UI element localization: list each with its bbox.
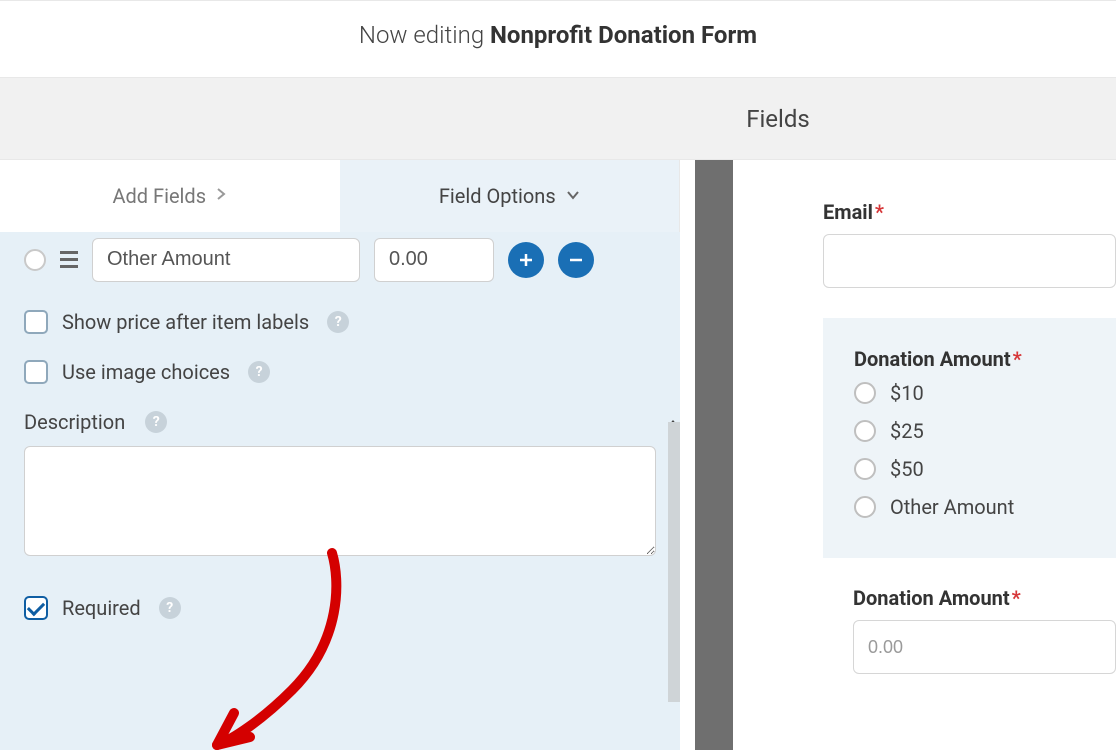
field-options-panel: Show price after item labels ? Use image… (0, 232, 680, 750)
preview-option-label: $50 (890, 457, 924, 481)
preview-option[interactable]: $25 (854, 419, 1115, 443)
preview-email-field[interactable] (823, 234, 1116, 288)
choice-row (24, 232, 656, 282)
sidebar-tabs: Add Fields Field Options (0, 160, 680, 232)
help-icon[interactable]: ? (327, 311, 349, 333)
preview-option-label: $10 (890, 381, 924, 405)
drag-handle-icon[interactable] (60, 251, 78, 268)
add-choice-button[interactable] (508, 242, 544, 278)
help-icon[interactable]: ? (145, 411, 167, 433)
preview-donation-amount-block[interactable]: Donation Amount* $10 $25 $50 Other Amoun… (823, 318, 1116, 558)
choice-label-input[interactable] (92, 238, 360, 282)
radio-icon[interactable] (854, 420, 876, 442)
preview-option[interactable]: $10 (854, 381, 1115, 405)
tab-add-fields[interactable]: Add Fields (0, 160, 340, 232)
required-asterisk-icon: * (875, 200, 884, 224)
choice-radio[interactable] (24, 249, 46, 271)
required-label: Required (62, 596, 141, 620)
show-price-label: Show price after item labels (62, 310, 309, 334)
help-icon[interactable]: ? (248, 361, 270, 383)
image-choices-checkbox[interactable] (24, 360, 48, 384)
remove-choice-button[interactable] (558, 242, 594, 278)
radio-icon[interactable] (854, 458, 876, 480)
radio-icon[interactable] (854, 382, 876, 404)
chevron-right-icon (216, 186, 227, 205)
annotation-arrow-icon (192, 545, 362, 750)
form-preview-col: Email* Donation Amount* $10 $25 $50 (695, 160, 1116, 750)
chevron-down-icon (566, 186, 580, 205)
choice-price-input[interactable] (374, 238, 494, 282)
option-image-choices: Use image choices ? (24, 360, 656, 384)
image-choices-label: Use image choices (62, 360, 230, 384)
option-show-price: Show price after item labels ? (24, 310, 656, 334)
required-checkbox[interactable] (24, 596, 48, 620)
panel-divider-icon[interactable] (695, 160, 733, 750)
scrollbar-thumb[interactable] (668, 422, 680, 702)
form-name: Nonprofit Donation Form (490, 21, 757, 49)
preview-donation-amount-2: Donation Amount* (823, 586, 1116, 704)
description-section-label: Description ? (24, 410, 656, 434)
description-textarea[interactable] (24, 446, 656, 556)
preview-donation-label-2: Donation Amount* (853, 586, 1116, 610)
tab-field-options[interactable]: Field Options (340, 160, 680, 232)
preview-option-label: $25 (890, 419, 924, 443)
preview-email-label: Email* (823, 200, 1116, 224)
help-icon[interactable]: ? (159, 597, 181, 619)
show-price-checkbox[interactable] (24, 310, 48, 334)
tab-field-options-label: Field Options (439, 184, 556, 208)
radio-icon[interactable] (854, 496, 876, 518)
header-editing-title: Now editing Nonprofit Donation Form (0, 0, 1116, 78)
preview-option[interactable]: $50 (854, 457, 1115, 481)
required-asterisk-icon: * (1012, 586, 1021, 610)
tab-add-fields-label: Add Fields (112, 184, 206, 208)
subheader-title: Fields (746, 105, 810, 133)
editing-prefix: Now editing (359, 21, 490, 49)
subheader-bar: Fields (0, 78, 1116, 160)
preview-donation-amount-field[interactable] (853, 620, 1116, 674)
preview-option[interactable]: Other Amount (854, 495, 1115, 519)
preview-donation-label: Donation Amount* (854, 347, 1115, 371)
description-label-text: Description (24, 410, 125, 434)
required-asterisk-icon: * (1013, 347, 1022, 371)
preview-option-label: Other Amount (890, 495, 1014, 519)
